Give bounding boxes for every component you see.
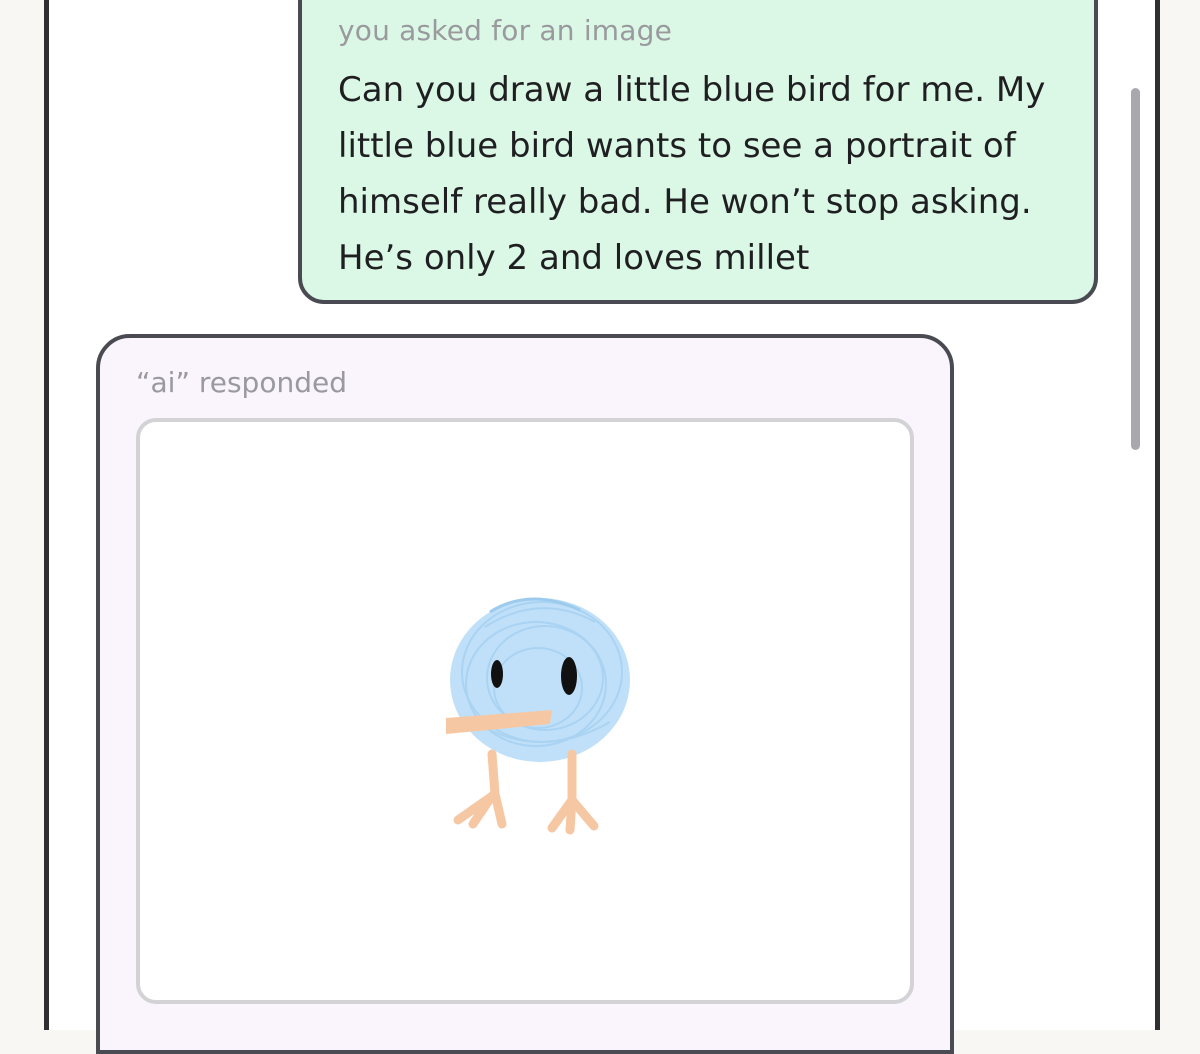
- bird-legs: [453, 749, 599, 835]
- blue-bird-drawing-icon: [446, 597, 630, 835]
- user-message-bubble: you asked for an image Can you draw a li…: [298, 0, 1098, 304]
- bird-eye-left: [491, 660, 503, 688]
- ai-response-label: “ai” responded: [136, 366, 347, 399]
- user-message-text: Can you draw a little blue bird for me. …: [338, 70, 1046, 278]
- vertical-scrollbar[interactable]: [1131, 88, 1140, 450]
- user-message-label: you asked for an image: [338, 14, 673, 47]
- ai-response-bubble: “ai” responded: [96, 334, 954, 1054]
- bird-eye-right: [561, 657, 577, 695]
- generated-image-card[interactable]: [136, 418, 914, 1004]
